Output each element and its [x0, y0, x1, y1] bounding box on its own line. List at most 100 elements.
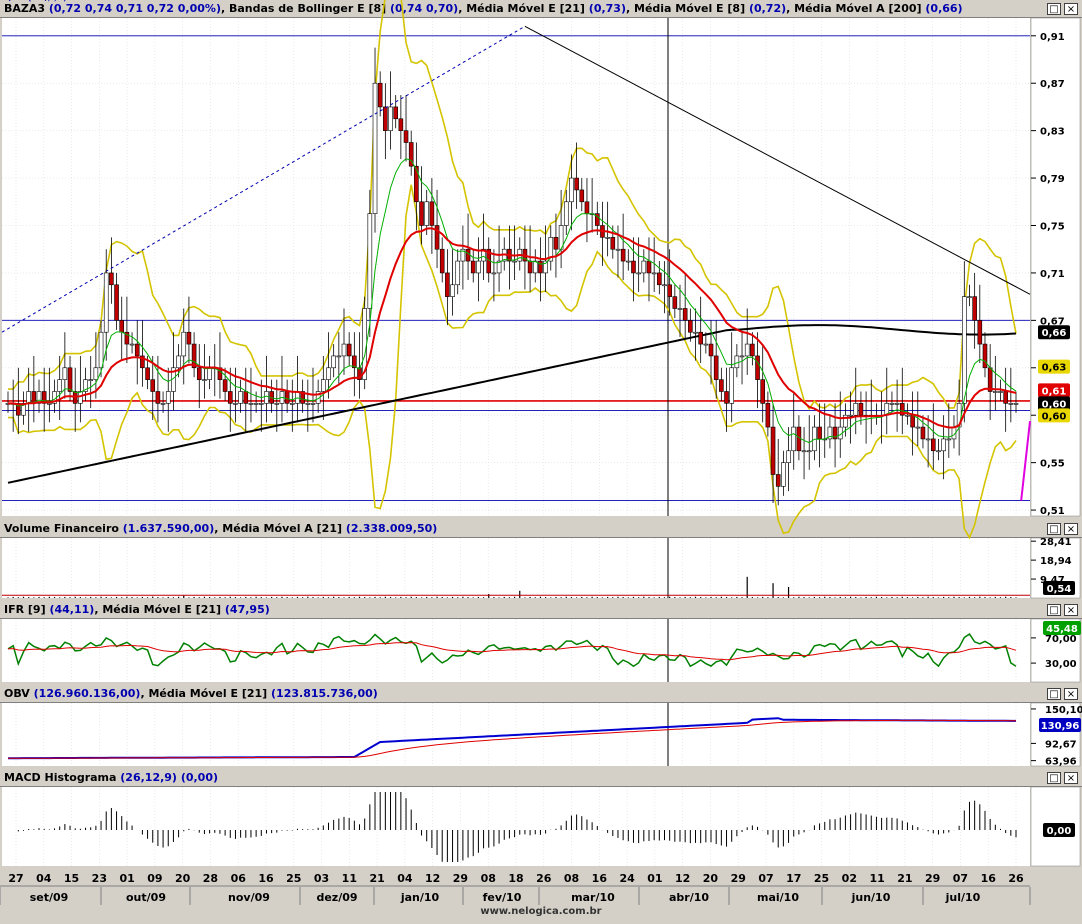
candle-body — [765, 403, 771, 428]
candle-body — [424, 201, 430, 226]
volume-y-tick-label: 28,41 — [1040, 537, 1072, 548]
price-value-badge-label: 0,63 — [1042, 363, 1067, 374]
candle-body — [626, 260, 631, 263]
x-axis-month-label: set/09 — [30, 891, 69, 904]
candle-body — [176, 355, 181, 369]
candle-body — [698, 331, 703, 345]
candle-body — [920, 426, 926, 440]
candle-body — [372, 82, 378, 214]
obv-value-badge-label: 130,96 — [1041, 721, 1080, 732]
x-axis-day-label: 29 — [731, 872, 746, 885]
x-axis-day-label: 26 — [1008, 872, 1024, 885]
candle-body — [341, 343, 347, 357]
price-y-tick-label: 0,79 — [1040, 174, 1065, 185]
candle-body — [109, 272, 114, 286]
candle-body — [233, 403, 238, 405]
x-axis-month-label: jun/10 — [851, 891, 891, 904]
x-axis-day-label: 08 — [564, 872, 579, 885]
candle-body — [336, 355, 342, 358]
x-axis-day-label: 24 — [619, 872, 635, 885]
candle-body — [993, 391, 998, 393]
candle-body — [103, 272, 109, 333]
candle-body — [527, 260, 533, 274]
candle-body — [631, 260, 636, 274]
x-axis-month-label: mai/10 — [757, 891, 799, 904]
candle-body — [688, 320, 693, 333]
candle-body — [781, 462, 786, 487]
candle-body — [450, 284, 455, 297]
x-axis-day-label: 07 — [953, 872, 968, 885]
candle-body — [889, 403, 895, 405]
candle-body — [134, 343, 140, 357]
x-axis-day-label: 20 — [175, 872, 191, 885]
candle-body — [290, 403, 295, 405]
candle-body — [915, 426, 921, 429]
price-y-tick-label: 0,51 — [1040, 506, 1065, 517]
candle-body — [677, 308, 683, 310]
x-axis-day-label: 26 — [536, 872, 552, 885]
candle-body — [641, 260, 647, 274]
candle-body — [801, 450, 807, 453]
footer-url[interactable]: www.nelogica.com.br — [0, 906, 1082, 924]
x-axis-day-label: 16 — [258, 872, 274, 885]
candle-body — [615, 248, 621, 251]
candle-body — [662, 284, 667, 287]
candle-body — [672, 296, 678, 309]
candle-body — [305, 403, 311, 405]
candle-body — [1003, 391, 1008, 404]
candle-body — [967, 296, 972, 298]
candle-body — [377, 82, 383, 108]
candle-body — [770, 426, 776, 475]
x-axis-day-label: 20 — [703, 872, 719, 885]
price-y-tick-label: 0,87 — [1040, 79, 1065, 90]
candle-body — [848, 414, 853, 417]
candle-body — [569, 177, 574, 203]
candle-body — [817, 426, 822, 440]
x-axis-day-label: 23 — [92, 872, 107, 885]
macd-value-badge-label: 0,00 — [1047, 826, 1072, 837]
candle-body — [331, 355, 336, 369]
candle-body — [445, 272, 450, 297]
x-axis-day-label: 01 — [647, 872, 662, 885]
candle-body — [455, 260, 461, 286]
candle-body — [439, 248, 445, 274]
stock-chart[interactable]: 0,910,870,830,790,750,710,670,630,590,55… — [0, 0, 1082, 906]
candle-body — [470, 260, 476, 274]
candle-body — [941, 438, 946, 452]
candle-body — [414, 165, 419, 203]
x-axis-day-label: 25 — [286, 872, 301, 885]
candle-body — [26, 391, 31, 404]
x-axis-day-label: 18 — [508, 872, 523, 885]
x-axis-day-label: 06 — [231, 872, 247, 885]
candle-body — [998, 391, 1003, 393]
x-axis-day-label: 01 — [119, 872, 134, 885]
price-value-badge-label: 0,61 — [1042, 386, 1067, 397]
x-axis-month-label: out/09 — [126, 891, 166, 904]
x-axis-day-label: 17 — [786, 872, 801, 885]
candle-body — [667, 284, 672, 297]
candle-body — [734, 355, 740, 369]
candle-body — [222, 379, 228, 392]
price-value-badge-label: 0,66 — [1042, 328, 1067, 339]
candle-body — [775, 474, 781, 487]
candle-body — [258, 403, 264, 405]
candle-body — [93, 367, 99, 380]
candle-body — [476, 260, 481, 274]
x-axis-month-label: dez/09 — [316, 891, 357, 904]
x-axis-month-label: abr/10 — [669, 891, 709, 904]
candle-body — [274, 403, 280, 405]
candle-body — [114, 284, 119, 321]
candle-body — [563, 201, 569, 226]
candle-body — [905, 414, 910, 417]
x-axis-day-label: 03 — [314, 872, 329, 885]
candle-body — [429, 201, 435, 226]
candle-body — [553, 237, 559, 250]
candle-body — [693, 331, 698, 334]
x-axis-day-label: 08 — [481, 872, 496, 885]
candle-body — [719, 379, 724, 392]
candle-body — [744, 343, 750, 357]
candle-body — [853, 403, 859, 416]
candle-body — [57, 379, 62, 392]
candle-body — [398, 118, 404, 131]
candle-body — [62, 367, 68, 380]
